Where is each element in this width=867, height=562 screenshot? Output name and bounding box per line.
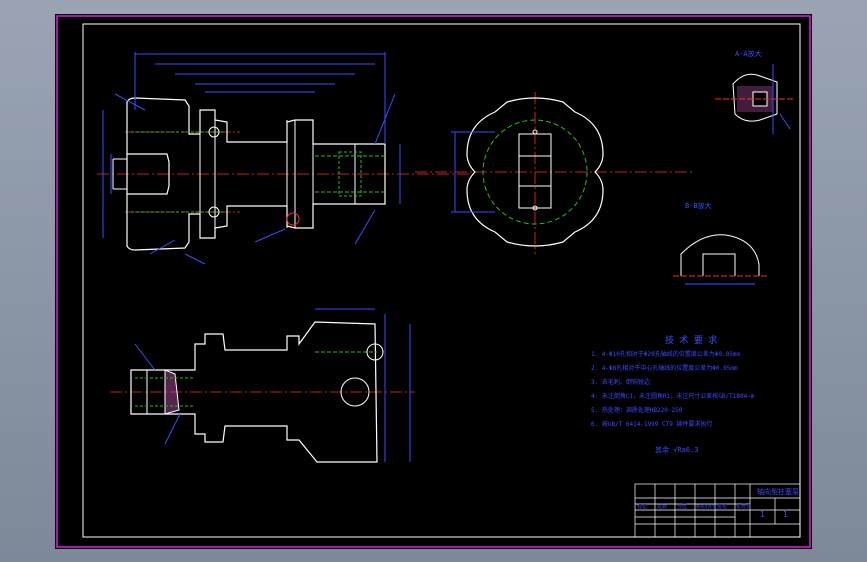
tech-req-line-6: 6. 按GB/T 6414-1999 CT9 铸件要求执行 (591, 420, 712, 428)
title-block-cell-2: 1 (783, 510, 788, 519)
tech-req-line-5: 5. 热处理：调质处理HB220-250 (591, 406, 683, 414)
title-block-row-label-4: 更改文件号 (696, 503, 716, 509)
title-block-row-label-1: 标记 (637, 503, 647, 510)
tech-req-line-2: 2. 4-Φ8孔相对于中心孔轴线的位置度公差为Φ0.05mm (591, 364, 738, 372)
title-block-row-label-5: 签名 (717, 503, 727, 510)
title-block-row-label-3: 分区 (677, 503, 687, 510)
title-block-row-label-2: 处数 (657, 503, 667, 510)
technical-requirements: 技 术 要 求 1. 4-Φ10孔相对于Φ20孔轴线的位置度公差为Φ0.05mm… (591, 334, 755, 454)
tech-req-line-4: 4. 未注倒角C1，未注圆角R1，未注尺寸公差按GB/T1804-m (591, 392, 755, 400)
top-view (110, 308, 415, 463)
title-block-title: 轴向型柱塞泵 (757, 487, 799, 496)
section-detail-b: B-B放大 (673, 201, 767, 285)
cad-application: A-A放大 B-B放大 技 术 要 求 1. 4-Φ10孔相对于Φ20孔轴线的位… (0, 0, 867, 562)
tech-req-line-1: 1. 4-Φ10孔相对于Φ20孔轴线的位置度公差为Φ0.05mm (591, 350, 740, 358)
section-label-a: A-A放大 (735, 49, 762, 58)
section-label-b: B-B放大 (685, 201, 712, 210)
drawing-viewport[interactable]: A-A放大 B-B放大 技 术 要 求 1. 4-Φ10孔相对于Φ20孔轴线的位… (55, 14, 812, 549)
section-detail-a: A-A放大 (715, 49, 795, 134)
inner-border (82, 23, 801, 538)
front-view (97, 52, 475, 265)
cad-drawing-canvas: A-A放大 B-B放大 技 术 要 求 1. 4-Φ10孔相对于Φ20孔轴线的位… (56, 15, 811, 548)
outer-border (56, 15, 811, 548)
roughness-note: 其余 √Ra6.3 (655, 445, 699, 454)
title-block-row-label-6: 年月日 (736, 503, 751, 510)
tech-req-heading: 技 术 要 求 (665, 334, 717, 346)
title-block-cell-1: 1 (760, 510, 765, 519)
end-view (415, 92, 695, 254)
tech-req-line-3: 3. 去毛刺、倒钝锐边 (591, 378, 650, 386)
